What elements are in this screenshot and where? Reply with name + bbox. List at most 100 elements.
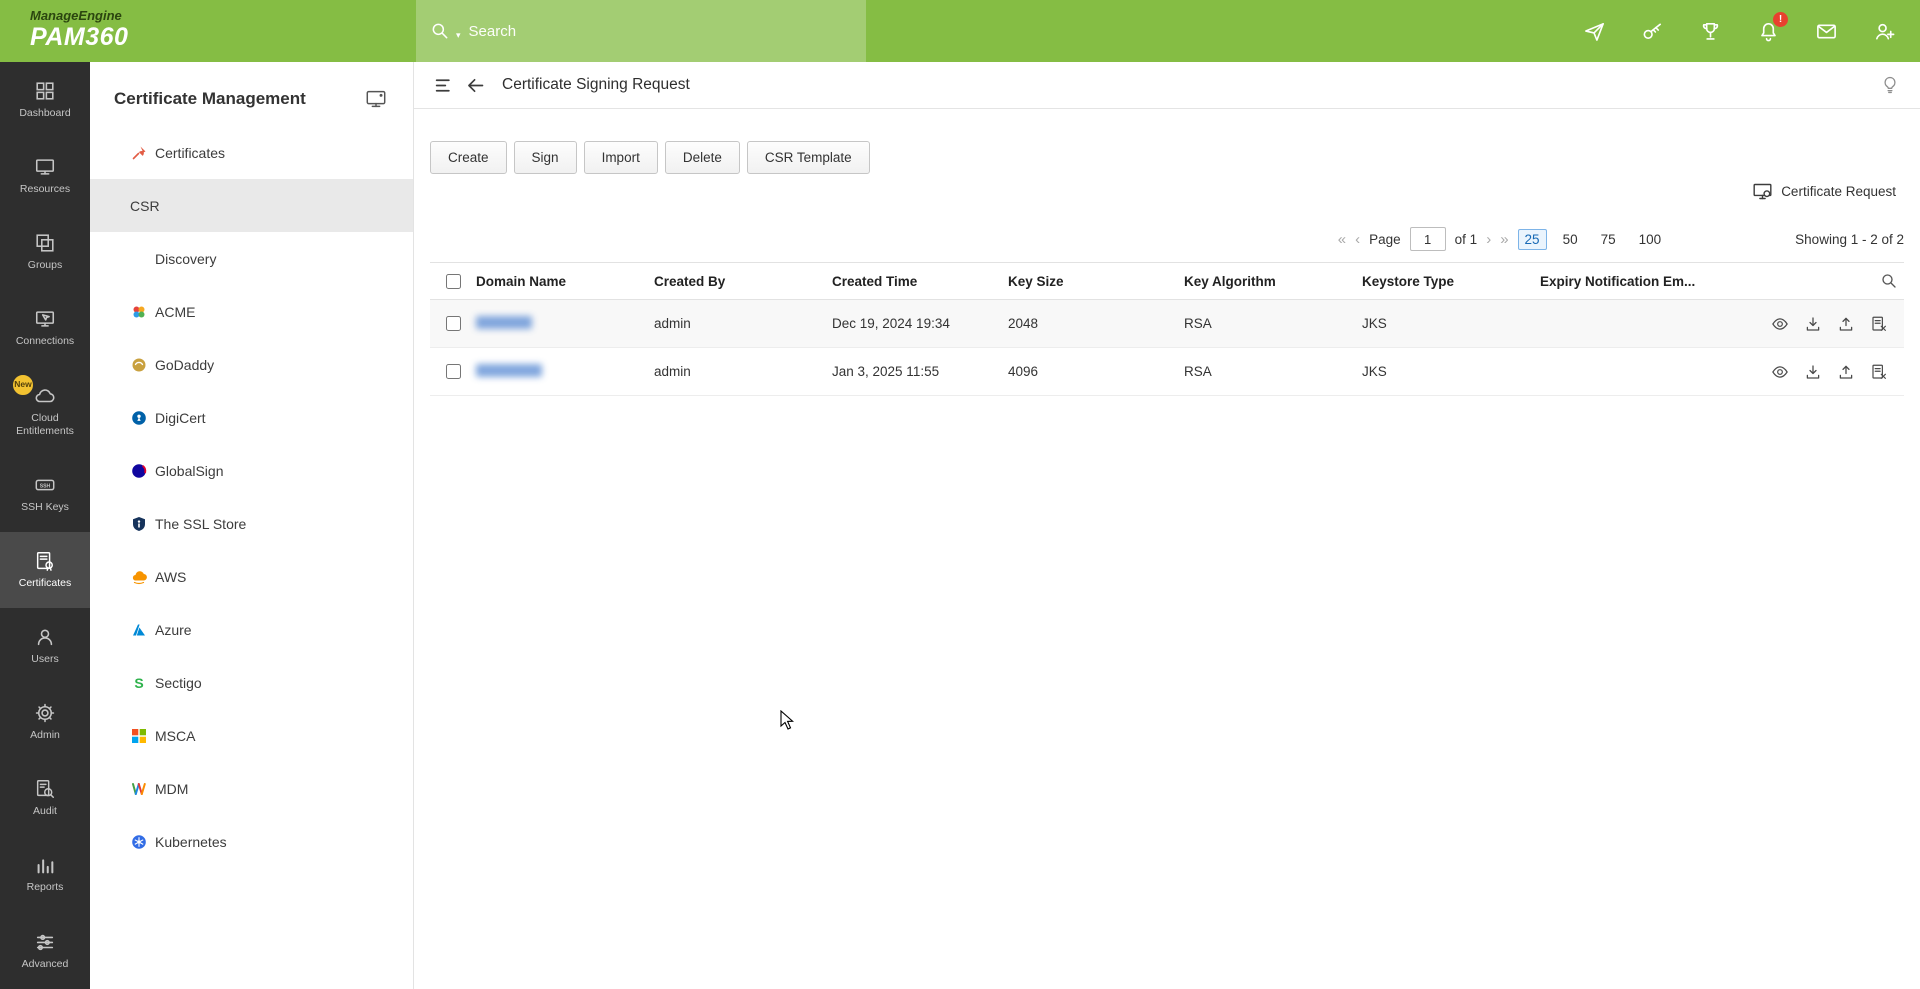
lightbulb-icon[interactable]: [1880, 75, 1900, 95]
prev-page-icon[interactable]: ‹: [1355, 232, 1360, 247]
resources-icon: [34, 156, 56, 178]
ssl-store-icon: [130, 515, 147, 532]
key-size-cell: 4096: [1008, 364, 1184, 379]
sidebar-item-users[interactable]: Users: [0, 608, 90, 684]
notifications-bell-icon[interactable]: !: [1757, 20, 1780, 43]
delete-button[interactable]: Delete: [665, 141, 740, 174]
page-number-input[interactable]: [1410, 227, 1446, 251]
showing-count: Showing 1 - 2 of 2: [1795, 232, 1904, 247]
submenu-item-aws[interactable]: AWS: [90, 550, 413, 603]
submenu-item-acme[interactable]: ACME: [90, 285, 413, 338]
submenu-item-godaddy[interactable]: GoDaddy: [90, 338, 413, 391]
submenu-item-ssl-store[interactable]: The SSL Store: [90, 497, 413, 550]
download-csr-icon[interactable]: [1804, 363, 1822, 381]
sidebar-item-reports[interactable]: Reports: [0, 836, 90, 912]
sidebar-item-cloud-entitlements[interactable]: New Cloud Entitlements: [0, 367, 90, 456]
submenu-item-sectigo[interactable]: Sectigo: [90, 656, 413, 709]
keystore-type-cell: JKS: [1362, 364, 1540, 379]
row-checkbox[interactable]: [446, 364, 461, 379]
submenu-item-digicert[interactable]: DigiCert: [90, 391, 413, 444]
display-settings-icon[interactable]: [365, 88, 387, 110]
submenu-item-csr[interactable]: CSR: [90, 179, 413, 232]
col-expiry-notification[interactable]: Expiry Notification Em...: [1540, 274, 1734, 289]
col-created-by[interactable]: Created By: [654, 274, 832, 289]
submenu-item-msca[interactable]: MSCA: [90, 709, 413, 762]
col-key-algorithm[interactable]: Key Algorithm: [1184, 274, 1362, 289]
brand-pam360: PAM360: [30, 25, 128, 50]
pam360-app: ManageEngine PAM360 ▾ ! Dashboard: [0, 0, 1920, 989]
col-domain-name[interactable]: Domain Name: [476, 274, 654, 289]
submenu-item-kubernetes[interactable]: Kubernetes: [90, 815, 413, 868]
csr-content: Create Sign Import Delete CSR Template C…: [414, 109, 1920, 989]
search-scope-caret-icon[interactable]: ▾: [456, 30, 461, 41]
search-icon: [430, 21, 450, 41]
row-checkbox[interactable]: [446, 316, 461, 331]
sidebar-item-admin[interactable]: Admin: [0, 684, 90, 760]
topbar: ManageEngine PAM360 ▾ !: [0, 0, 1920, 62]
groups-icon: [34, 232, 56, 254]
import-button[interactable]: Import: [584, 141, 658, 174]
page-size-50[interactable]: 50: [1556, 229, 1585, 250]
sidebar-item-audit[interactable]: Audit: [0, 760, 90, 836]
globalsign-icon: [130, 462, 147, 479]
last-page-icon[interactable]: »: [1500, 232, 1508, 247]
submenu-item-discovery[interactable]: Discovery: [90, 232, 413, 285]
feedback-mail-icon[interactable]: [1815, 20, 1838, 43]
submenu-item-mdm[interactable]: MDM: [90, 762, 413, 815]
next-page-icon[interactable]: ›: [1486, 232, 1491, 247]
ssh-keys-icon: [34, 474, 56, 496]
collapse-menu-icon[interactable]: [434, 75, 455, 96]
reports-icon: [34, 854, 56, 876]
select-all-checkbox[interactable]: [446, 274, 461, 289]
download-csr-icon[interactable]: [1804, 315, 1822, 333]
col-keystore-type[interactable]: Keystore Type: [1362, 274, 1540, 289]
certificate-request-icon: [1752, 181, 1773, 202]
certificate-management-sidebar: Certificate Management Certificates CSR …: [90, 62, 414, 989]
rewards-trophy-icon[interactable]: [1699, 20, 1722, 43]
pagination-bar: « ‹ Page of 1 › » 25 50 75 100 Showing 1…: [1338, 227, 1904, 251]
search-input[interactable]: [467, 22, 852, 41]
sidebar-item-groups[interactable]: Groups: [0, 214, 90, 290]
user-add-icon[interactable]: [1873, 20, 1896, 43]
whats-new-rocket-icon[interactable]: [1583, 20, 1606, 43]
view-csr-icon[interactable]: [1771, 315, 1789, 333]
sidebar-item-ssh-keys[interactable]: SSH Keys: [0, 456, 90, 532]
sidebar-item-connections[interactable]: Connections: [0, 290, 90, 366]
submenu-item-certificates[interactable]: Certificates: [90, 126, 413, 179]
export-csr-icon[interactable]: [1837, 315, 1855, 333]
row-actions: [1734, 363, 1904, 381]
sidebar-item-certificates[interactable]: Certificates: [0, 532, 90, 608]
godaddy-icon: [130, 356, 147, 373]
domain-name-redacted: [476, 316, 532, 329]
back-icon[interactable]: [465, 75, 486, 96]
sidebar-item-resources[interactable]: Resources: [0, 138, 90, 214]
page-label: Page: [1369, 232, 1401, 247]
global-search[interactable]: ▾: [416, 0, 866, 62]
brand-logo[interactable]: ManageEngine PAM360: [30, 9, 128, 50]
pin-icon: [130, 144, 147, 161]
sign-button[interactable]: Sign: [514, 141, 577, 174]
delete-csr-icon[interactable]: [1870, 363, 1888, 381]
table-search-icon[interactable]: [1880, 272, 1898, 290]
access-key-icon[interactable]: [1641, 20, 1664, 43]
submenu-item-globalsign[interactable]: GlobalSign: [90, 444, 413, 497]
col-created-time[interactable]: Created Time: [832, 274, 1008, 289]
create-button[interactable]: Create: [430, 141, 507, 174]
sidebar-item-advanced[interactable]: Advanced: [0, 913, 90, 989]
page-size-100[interactable]: 100: [1632, 229, 1669, 250]
certificate-request-link[interactable]: Certificate Request: [1752, 181, 1896, 202]
delete-csr-icon[interactable]: [1870, 315, 1888, 333]
sidebar-item-dashboard[interactable]: Dashboard: [0, 62, 90, 138]
export-csr-icon[interactable]: [1837, 363, 1855, 381]
page-size-75[interactable]: 75: [1594, 229, 1623, 250]
created-by-cell: admin: [654, 364, 832, 379]
submenu-item-azure[interactable]: Azure: [90, 603, 413, 656]
table-row[interactable]: admin Dec 19, 2024 19:34 2048 RSA JKS: [430, 300, 1904, 348]
csr-template-button[interactable]: CSR Template: [747, 141, 870, 174]
table-row[interactable]: admin Jan 3, 2025 11:55 4096 RSA JKS: [430, 348, 1904, 396]
page-size-25[interactable]: 25: [1518, 229, 1547, 250]
view-csr-icon[interactable]: [1771, 363, 1789, 381]
msca-icon: [130, 727, 147, 744]
first-page-icon[interactable]: «: [1338, 232, 1346, 247]
col-key-size[interactable]: Key Size: [1008, 274, 1184, 289]
